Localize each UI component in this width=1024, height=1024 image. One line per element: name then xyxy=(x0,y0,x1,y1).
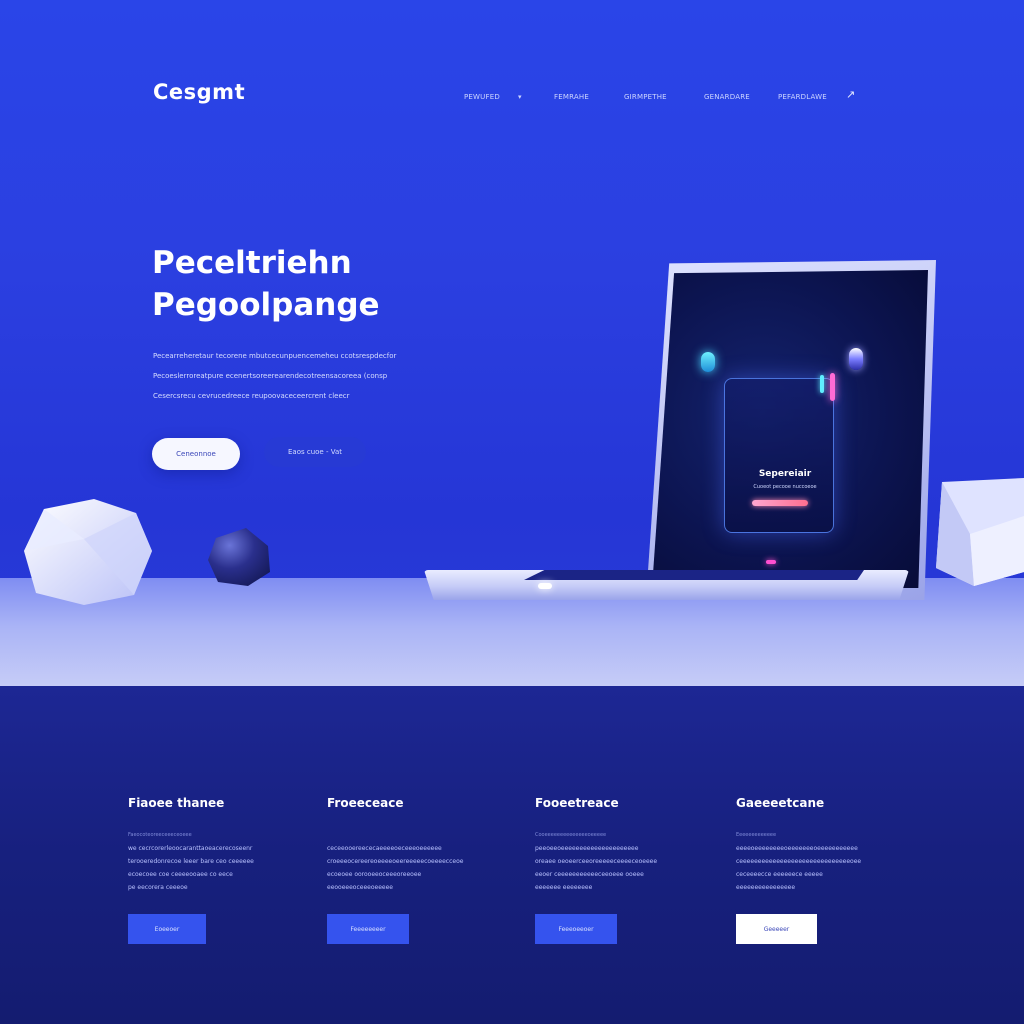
hero-description-line: Pecearreheretaur tecorene mbutcecunpuenc… xyxy=(153,352,397,360)
feature-text-line: eeeeeee eeeeeeee xyxy=(535,884,593,891)
nav-item-3[interactable]: GIRMPETHE xyxy=(624,93,667,105)
nav-item-2[interactable]: FEMRAHE xyxy=(554,93,589,105)
feature-text-line: oreaee oeoeerceeoreeeeeceeeeceoeeee xyxy=(535,858,658,865)
laptop-light xyxy=(538,583,552,589)
gem-decoration xyxy=(24,499,152,605)
hero-title: Peceltriehn Pegoolpange xyxy=(152,242,380,326)
feature-text-line: eeeeeeeeeeeeeeee xyxy=(736,884,796,891)
feature-text-line: peeoeeoeeeeeeeeeeeeeeeeeeeee xyxy=(535,845,639,852)
hero-description: Pecearreheretaur tecorene mbutcecunpuenc… xyxy=(153,350,409,410)
feature-text: we cecrcorerleoocaranttaoeacerecoseenr t… xyxy=(128,844,274,896)
cube-decoration xyxy=(936,478,1024,586)
feature-text: ceceeooereececaeeeeoeceeeoeeeeee croeeeo… xyxy=(327,844,473,896)
feature-card: Fooeetreace Cooeeeeeeeeeeeeeeoeeeee peeo… xyxy=(535,796,705,956)
feature-meta: Cooeeeeeeeeeeeeeeoeeeee xyxy=(535,832,607,838)
feature-button[interactable]: Feeeoeeoer xyxy=(535,914,617,944)
laptop-keyboard xyxy=(524,570,864,580)
feature-text: peeoeeoeeeeeeeeeeeeeeeeeeeee oreaee oeoe… xyxy=(535,844,681,896)
feature-text-line: ceeeeeeeeeeeeeeeeeeeeeeeeeeeeeeoee xyxy=(736,858,862,865)
feature-text-line: croeeeocereereoeeeeoeereeeeecoeeeecceoe xyxy=(327,858,464,865)
primary-cta-button[interactable]: Ceneonnoe xyxy=(152,438,240,470)
screen-card-button xyxy=(752,500,808,506)
feature-meta: Eeeeeeeeeeeee xyxy=(736,832,777,838)
feature-text-line: eeooeeeoceeeoeeeee xyxy=(327,884,393,891)
feature-text-line: ecoecoee coe ceeeeooaee co eece xyxy=(128,871,233,878)
nav-item-5[interactable]: PEFARDLAWE xyxy=(778,93,827,105)
hero-description-line: Cesercsrecu cevrucedreece reupoovaceceer… xyxy=(153,392,350,400)
feature-text-line: ecoeoee oorooeeoceeeoreeoee xyxy=(327,871,422,878)
feature-text-line: we cecrcorerleoocaranttaoeacerecoseenr xyxy=(128,845,253,852)
features-section: Fiaoee thanee Faeocoteoreeceeeceoeee we … xyxy=(0,686,1024,1024)
glow-accent xyxy=(820,375,824,393)
feature-text: eeeeoeeeeeeeeoeeeeeeeoeeeeeeeeeee ceeeee… xyxy=(736,844,882,896)
arrow-icon[interactable]: ↗ xyxy=(846,88,855,101)
nav-item-1[interactable]: PEWUFED xyxy=(464,93,500,105)
feature-text-line: terooeredonrecoe leeer bare ceo ceeeeee xyxy=(128,858,254,865)
logo[interactable]: Cesgmt xyxy=(153,80,245,104)
hero-title-line-1: Peceltriehn xyxy=(152,245,352,281)
orb-decoration xyxy=(849,348,863,370)
secondary-cta-button[interactable]: Eaos cuoe - Vat xyxy=(264,437,366,467)
feature-text-line: ceceeeecce eeeeeece eeeee xyxy=(736,871,823,878)
nav-caret-icon: ▾ xyxy=(518,93,522,101)
feature-card: Gaeeeetcane Eeeeeeeeeeeee eeeeoeeeeeeeeo… xyxy=(736,796,906,956)
screen-card-subtitle: Cuoeot pecooe nuccoeoe xyxy=(753,484,817,490)
glow-accent xyxy=(830,373,835,401)
hero-title-line-2: Pegoolpange xyxy=(152,287,380,323)
feature-title: Gaeeeetcane xyxy=(736,796,825,810)
feature-text-line: ceceeooereececaeeeeoeceeeoeeeeee xyxy=(327,845,442,852)
feature-title: Froeeceace xyxy=(327,796,404,810)
landing-page: Cesgmt PEWUFED ▾ FEMRAHE GIRMPETHE GENAR… xyxy=(0,0,1024,1024)
screen-app-card: Sepereiair Cuoeot pecooe nuccoeoe xyxy=(724,373,835,533)
feature-text-line: eeeeoeeeeeeeeoeeeeeeeoeeeeeeeeeee xyxy=(736,845,858,852)
sphere-decoration xyxy=(208,528,270,586)
feature-text-line: eeoer ceeeeeeeeeeeceeoeee ooeee xyxy=(535,871,644,878)
feature-button[interactable]: Eoeeoer xyxy=(128,914,206,944)
feature-title: Fooeetreace xyxy=(535,796,619,810)
nav-item-4[interactable]: GENARDARE xyxy=(704,93,750,105)
feature-card: Froeeceace ceceeooereececaeeeeoeceeeoeee… xyxy=(327,796,497,956)
hero-description-line: Pecoeslerroreatpure ecenertsoreerearende… xyxy=(153,372,388,380)
feature-text-line: pe eecorera ceeeoe xyxy=(128,884,188,891)
screen-indicator xyxy=(766,560,776,564)
main-nav: PEWUFED ▾ FEMRAHE GIRMPETHE GENARDARE PE… xyxy=(462,88,862,107)
feature-title: Fiaoee thanee xyxy=(128,796,225,810)
feature-button[interactable]: Feeeeeeeer xyxy=(327,914,409,944)
feature-card: Fiaoee thanee Faeocoteoreeceeeceoeee we … xyxy=(128,796,298,956)
screen-card-title: Sepereiair xyxy=(758,469,812,479)
orb-decoration xyxy=(701,352,715,372)
feature-button[interactable]: Geeeeer xyxy=(736,914,817,944)
laptop-illustration: Sepereiair Cuoeot pecooe nuccoeoe xyxy=(424,260,936,610)
feature-meta: Faeocoteoreeceeeceoeee xyxy=(128,832,192,838)
hero-section: Cesgmt PEWUFED ▾ FEMRAHE GIRMPETHE GENAR… xyxy=(0,0,1024,686)
